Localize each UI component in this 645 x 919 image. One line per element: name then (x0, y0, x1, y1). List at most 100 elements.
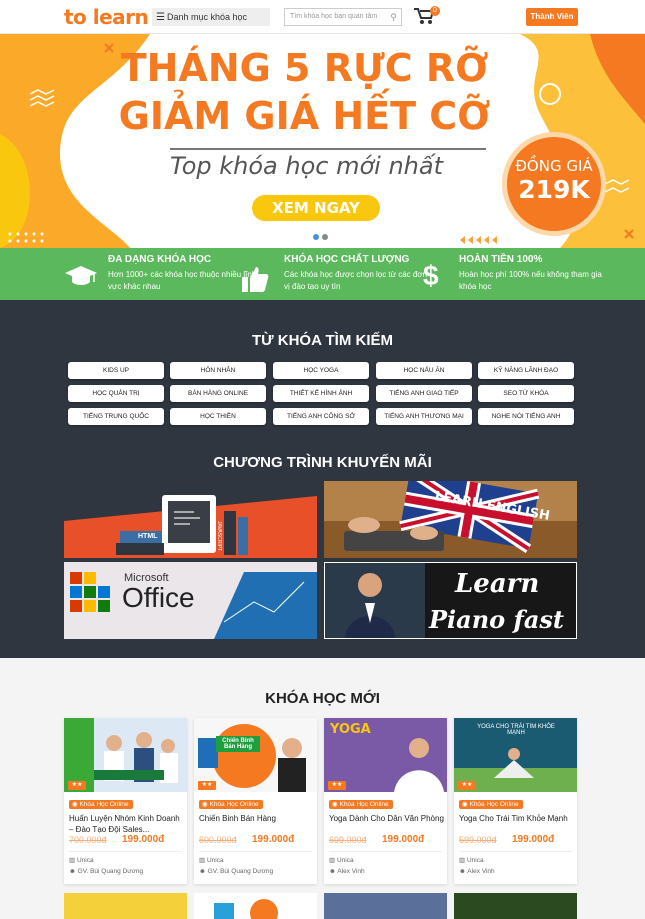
keyword-chip[interactable]: HÔN NHÂN (170, 362, 266, 379)
carousel-dot[interactable] (322, 234, 328, 240)
keyword-chip[interactable]: BÁN HÀNG ONLINE (170, 385, 266, 402)
card-divider (459, 851, 572, 852)
course-card-partial[interactable] (64, 893, 187, 919)
course-tag: ◉ Khóa Học Online (459, 800, 523, 809)
feature-title: ĐA DẠNG KHÓA HỌC (108, 254, 212, 265)
feature-item: ĐA DẠNG KHÓA HỌC Hơn 1000+ các khóa học … (108, 254, 258, 293)
rating-badge: ★★ (458, 781, 476, 790)
course-card[interactable]: YOGA CHO TRÁI TIM KHỎE MẠNH ★★ ◉ Khóa Họ… (454, 718, 577, 884)
feature-title: HOÀN TIỀN 100% (459, 254, 543, 265)
search-input[interactable]: Tìm khóa học bạn quan tâm ⚲ (284, 8, 402, 26)
keyword-chip[interactable]: KỸ NĂNG LÃNH ĐẠO (478, 362, 574, 379)
course-old-price: 699.000đ (329, 835, 367, 845)
course-provider: ▥ Unica (459, 856, 484, 864)
course-tag-label: Khóa Học Online (79, 801, 129, 808)
keyword-chip[interactable]: TIẾNG ANH GIAO TIẾP (376, 385, 472, 402)
thumbs-up-icon (242, 267, 269, 292)
course-card[interactable]: ★★ ◉ Khóa Học Online Huấn Luyện Nhóm Kin… (64, 718, 187, 884)
course-card-partial[interactable] (324, 893, 447, 919)
thumb-caption: YOGA CHO TRÁI TIM KHỎE MẠNH (477, 724, 555, 736)
promo-banner-english[interactable]: LEARN ENGLISH (324, 481, 577, 558)
course-author: ☻ Alex Vinh (459, 868, 495, 875)
card-divider (199, 851, 312, 852)
keyword-chip[interactable]: TIẾNG ANH CÔNG SỞ (273, 408, 369, 425)
author-label: Alex Vinh (337, 868, 365, 875)
course-tag: ◉ Khóa Học Online (329, 800, 393, 809)
member-button[interactable]: Thành Viên (526, 8, 578, 26)
thumb-caption: Chiến Binh Bán Hàng (216, 736, 260, 752)
course-provider: ▥ Unica (199, 856, 224, 864)
new-courses-title: KHÓA HỌC MỚI (265, 690, 380, 707)
course-thumbnail[interactable]: Chiến Binh Bán Hàng ★★ (194, 718, 317, 792)
course-author: ☻ GV. Bùi Quang Dương (199, 868, 273, 875)
banner-title-line1: THÁNG 5 RỰC RỠ (120, 46, 489, 90)
course-old-price: 500.000đ (199, 835, 237, 845)
dollar-icon: $ (423, 260, 439, 291)
user-icon: ☻ (199, 868, 208, 875)
site-header: to learn ☰ Danh mục khóa học Tìm khóa học… (0, 0, 645, 34)
promo-html-illustration (64, 481, 317, 558)
course-price: 199.000đ (252, 834, 295, 845)
category-menu-label: Danh mục khóa học (166, 12, 248, 22)
course-price: 199.000đ (122, 834, 165, 845)
course-author: ☻ GV. Bùi Quang Dương (69, 868, 143, 875)
course-card[interactable]: YOGA ★★ ◉ Khóa Học Online Yoga Dành Cho … (324, 718, 447, 884)
promo-banner-office[interactable]: Microsoft Office (64, 562, 317, 639)
course-tag-label: Khóa Học Online (339, 801, 389, 808)
search-icon[interactable]: ⚲ (390, 9, 397, 25)
menu-icon: ☰ (156, 12, 165, 23)
keyword-chip[interactable]: KIDS UP (68, 362, 164, 379)
course-price: 199.000đ (382, 834, 425, 845)
keywords-title: TỪ KHÓA TÌM KIẾM (251, 332, 394, 349)
promo-banner-piano[interactable]: Learn Piano fast (324, 562, 577, 639)
course-thumbnail[interactable]: YOGA ★★ (324, 718, 447, 792)
course-author: ☻ Alex Vinh (329, 868, 365, 875)
building-icon: ▥ (199, 857, 207, 864)
rating-badge: ★★ (198, 781, 216, 790)
keyword-chip[interactable]: NGHE NÓI TIẾNG ANH (478, 408, 574, 425)
provider-label: Unica (76, 857, 94, 864)
building-icon: ▥ (459, 857, 467, 864)
building-icon: ▥ (329, 857, 337, 864)
keyword-chip[interactable]: HỌC QUẢN TRỊ (68, 385, 164, 402)
course-thumbnail[interactable]: ★★ (64, 718, 187, 792)
course-card[interactable]: Chiến Binh Bán Hàng ★★ ◉ Khóa Học Online… (194, 718, 317, 884)
keyword-chip[interactable]: TIẾNG TRUNG QUỐC (68, 408, 164, 425)
card-divider (329, 851, 442, 852)
course-thumb-illustration (214, 899, 278, 919)
keyword-chip[interactable]: THIẾT KẾ HÌNH ẢNH (273, 385, 369, 402)
course-thumbnail[interactable]: YOGA CHO TRÁI TIM KHỎE MẠNH ★★ (454, 718, 577, 792)
course-old-price: 700.000đ (69, 835, 107, 845)
banner-subtitle: Top khóa học mới nhất (170, 152, 443, 180)
course-card-partial[interactable] (194, 893, 317, 919)
price-value: 219K (518, 175, 590, 204)
keyword-chip[interactable]: TIẾNG ANH THƯƠNG MẠI (376, 408, 472, 425)
price-label: ĐỒNG GIÁ (515, 157, 593, 175)
promo-banner-html[interactable]: HTML JAVASCRIPT (64, 481, 317, 558)
price-badge: ĐỒNG GIÁ 219K (502, 132, 606, 236)
site-logo[interactable]: to learn (64, 5, 149, 29)
rating-badge: ★★ (68, 781, 86, 790)
card-divider (69, 851, 182, 852)
promo-banner[interactable]: THÁNG 5 RỰC RỠ GIẢM GIÁ HẾT CỠ Top khóa … (0, 34, 645, 248)
course-provider: ▥ Unica (69, 856, 94, 864)
provider-label: Unica (206, 857, 224, 864)
course-card-partial[interactable] (454, 893, 577, 919)
keyword-chip[interactable]: HỌC THIỀN (170, 408, 266, 425)
provider-label: Unica (336, 857, 354, 864)
course-tag: ◉ Khóa Học Online (69, 800, 133, 809)
banner-cta-button[interactable]: XEM NGAY (252, 195, 380, 221)
category-menu-button[interactable]: ☰ Danh mục khóa học (152, 8, 270, 26)
author-label: GV. Bùi Quang Dương (77, 868, 144, 875)
rating-badge: ★★ (328, 781, 346, 790)
course-provider: ▥ Unica (329, 856, 354, 864)
feature-item: HOÀN TIỀN 100% Hoàn học phí 100% nếu khô… (459, 254, 609, 293)
cart-button[interactable]: 0 (414, 6, 440, 27)
feature-desc: Hơn 1000+ các khóa học thuộc nhiều lĩnh … (108, 270, 257, 291)
keyword-chip[interactable]: SEO TỪ KHÓA (478, 385, 574, 402)
keyword-chip[interactable]: HỌC NẤU ĂN (376, 362, 472, 379)
carousel-dot-active[interactable] (313, 234, 319, 240)
promo-label-2: Office (122, 582, 195, 613)
keyword-chip[interactable]: HỌC YOGA (273, 362, 369, 379)
course-old-price: 599.000đ (459, 835, 497, 845)
